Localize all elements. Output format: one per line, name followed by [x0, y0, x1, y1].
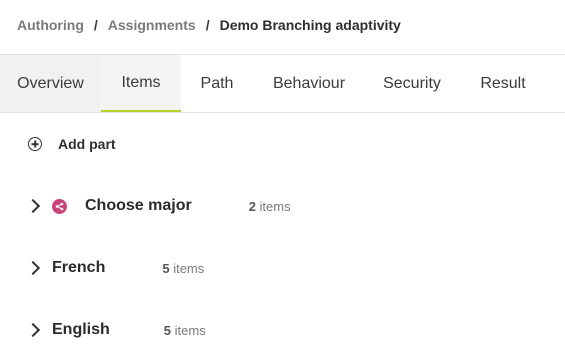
- breadcrumb-separator: /: [93, 17, 98, 33]
- breadcrumb-separator: /: [205, 17, 210, 33]
- branch-glyph-icon: [55, 202, 64, 210]
- plus-circle-icon: [28, 137, 42, 151]
- part-title: Choose major: [85, 197, 192, 214]
- part-row-french[interactable]: French 5 items: [25, 256, 205, 280]
- chevron-right-icon[interactable]: [25, 322, 41, 338]
- part-item-count: 5 items: [162, 260, 205, 276]
- part-item-count: 2 items: [248, 198, 291, 214]
- breadcrumb: Authoring / Assignments / Demo Branching…: [17, 15, 401, 35]
- tab-behaviour[interactable]: Behaviour: [253, 55, 365, 112]
- breadcrumb-assignments[interactable]: Assignments: [108, 17, 196, 33]
- branch-icon: [52, 198, 67, 214]
- tab-result[interactable]: Result: [459, 55, 547, 112]
- tab-bar: Overview Items Path Behaviour Security R…: [0, 54, 565, 113]
- breadcrumb-authoring[interactable]: Authoring: [17, 17, 84, 33]
- chevron-right-icon[interactable]: [25, 260, 41, 276]
- part-title: English: [52, 321, 110, 338]
- tab-security[interactable]: Security: [365, 55, 459, 112]
- chevron-right-icon[interactable]: [25, 198, 41, 214]
- add-part-button[interactable]: Add part: [28, 134, 116, 154]
- part-row-english[interactable]: English 5 items: [25, 318, 206, 342]
- add-part-label: Add part: [58, 136, 116, 152]
- tab-overview[interactable]: Overview: [0, 55, 101, 112]
- breadcrumb-current: Demo Branching adaptivity: [219, 17, 401, 33]
- part-title: French: [52, 259, 106, 276]
- part-item-count: 5 items: [163, 322, 206, 338]
- tab-items[interactable]: Items: [101, 55, 181, 112]
- tab-path[interactable]: Path: [181, 55, 253, 112]
- part-row-choose-major[interactable]: Choose major 2 items: [25, 194, 291, 218]
